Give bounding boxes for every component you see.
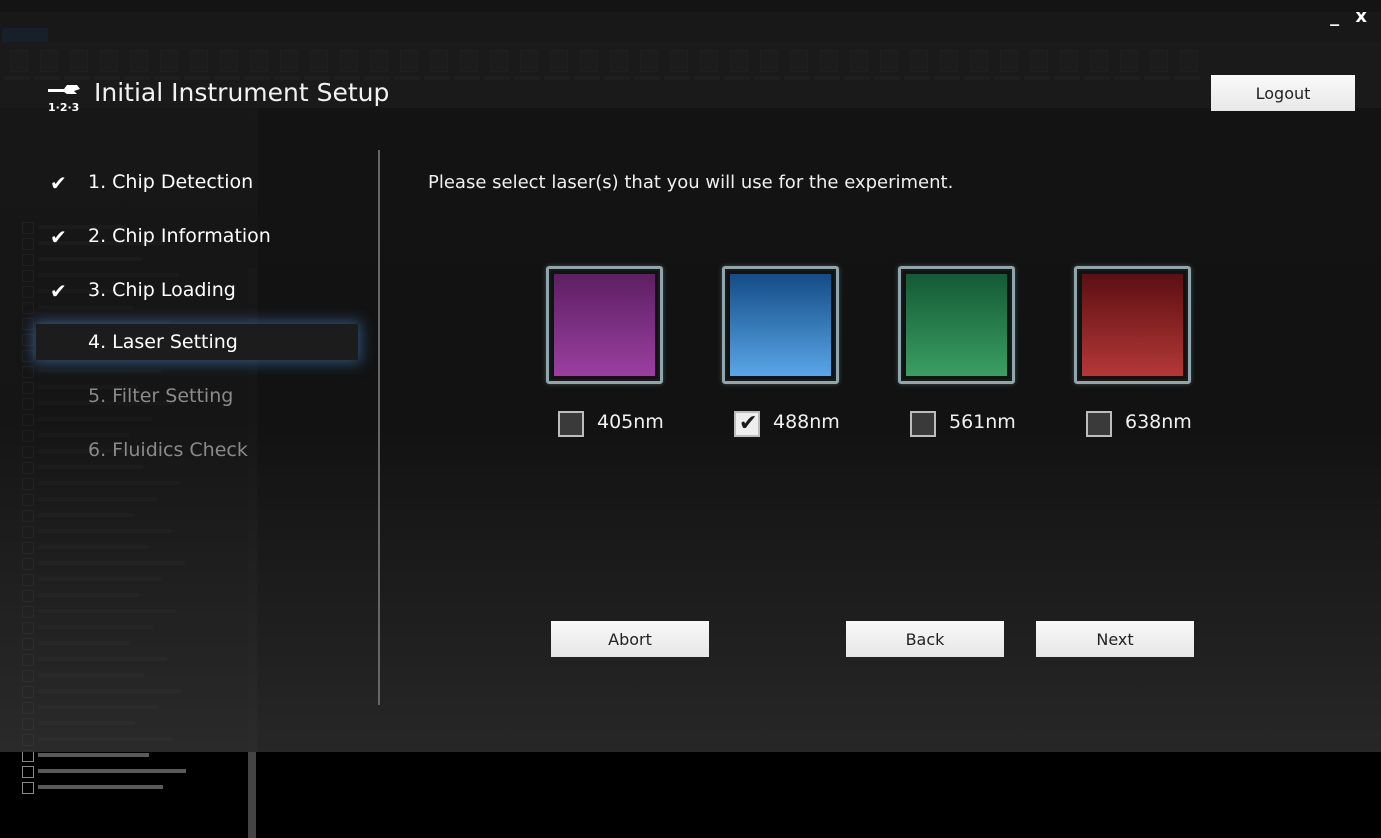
step-label: 1. Chip Detection (88, 171, 254, 193)
minimize-button[interactable]: _ (1330, 6, 1339, 27)
svg-text:1·2·3: 1·2·3 (48, 101, 79, 114)
laser-638-swatch[interactable] (1074, 266, 1191, 384)
laser-swatch-fill (1082, 274, 1183, 376)
laser-638-label: 638nm (1125, 411, 1192, 433)
laser-405-label: 405nm (597, 411, 664, 433)
step-chip-loading: ✔ 3. Chip Loading (36, 272, 358, 308)
laser-561-swatch[interactable] (898, 266, 1015, 384)
step-fluidics-check: 6. Fluidics Check (36, 432, 358, 468)
experiment-list-checkbox (22, 766, 34, 778)
laser-swatch-fill (554, 274, 655, 376)
back-button[interactable]: Back (846, 621, 1004, 657)
step-chip-detection: ✔ 1. Chip Detection (36, 164, 358, 200)
checkmark-icon: ✔ (50, 279, 67, 303)
logout-button[interactable]: Logout (1211, 75, 1355, 111)
experiment-list-text (38, 769, 186, 773)
laser-488-checkbox[interactable]: ✔ (734, 411, 760, 437)
window-controls: _ x (1320, 6, 1367, 27)
setup-wizard-overlay: _ x 1·2·3 Initial Instrument Setup Logou… (0, 0, 1381, 752)
wrench-123-icon: 1·2·3 (48, 85, 80, 114)
laser-swatch-fill (730, 274, 831, 376)
experiment-list-checkbox (22, 782, 34, 794)
laser-561-label: 561nm (949, 411, 1016, 433)
step-filter-setting: 5. Filter Setting (36, 378, 358, 414)
experiment-list-item (22, 780, 247, 794)
step-label: 2. Chip Information (88, 225, 271, 247)
laser-405-checkbox[interactable] (558, 411, 584, 437)
step-label: 5. Filter Setting (88, 385, 234, 407)
next-button[interactable]: Next (1036, 621, 1194, 657)
laser-488-label: 488nm (773, 411, 840, 433)
checkmark-icon: ✔ (50, 225, 67, 249)
laser-561-checkbox[interactable] (910, 411, 936, 437)
step-label: 4. Laser Setting (88, 331, 238, 353)
experiment-list-text (38, 753, 149, 757)
laser-swatch-fill (906, 274, 1007, 376)
step-chip-information: ✔ 2. Chip Information (36, 218, 358, 254)
laser-638-checkbox[interactable] (1086, 411, 1112, 437)
laser-488-swatch[interactable] (722, 266, 839, 384)
close-button[interactable]: x (1355, 6, 1367, 27)
step-label: 3. Chip Loading (88, 279, 236, 301)
checkmark-icon: ✔ (50, 171, 67, 195)
experiment-list-text (38, 785, 163, 789)
steps-divider (378, 150, 380, 705)
laser-405-swatch[interactable] (546, 266, 663, 384)
laser-instruction: Please select laser(s) that you will use… (428, 172, 954, 193)
step-laser-setting: 4. Laser Setting (36, 324, 358, 360)
dialog-title: Initial Instrument Setup (94, 78, 390, 107)
experiment-list-item (22, 764, 247, 778)
step-label: 6. Fluidics Check (88, 439, 248, 461)
abort-button[interactable]: Abort (551, 621, 709, 657)
checkmark-icon: ✔ (739, 411, 758, 436)
